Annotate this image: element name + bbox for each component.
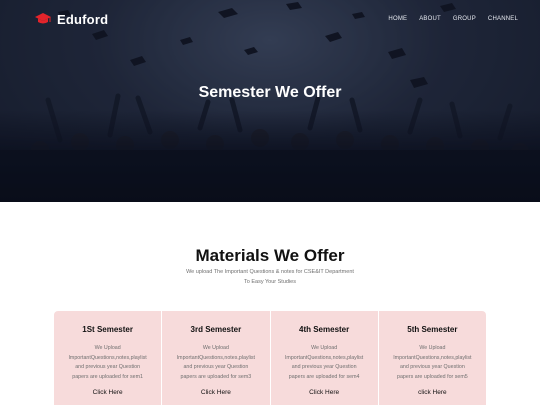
materials-section: Materials We Offer We upload The Importa… (0, 202, 540, 405)
card-desc-line: ImportantQuestions,notes,playlist (393, 354, 472, 361)
card-title: 5th Semester (407, 325, 458, 334)
semester-card-4: 4th Semester We Upload ImportantQuestion… (271, 311, 379, 405)
brand-name: Eduford (57, 11, 109, 27)
semester-card-5: 5th Semester We Upload ImportantQuestion… (379, 311, 486, 405)
card-desc-line: and previous year Question (291, 364, 357, 370)
card-description: We Upload ImportantQuestions,notes,playl… (60, 344, 156, 382)
card-desc-line: and previous year Question (183, 364, 249, 370)
card-title: 1St Semester (82, 325, 133, 334)
card-desc-line: ImportantQuestions,notes,playlist (284, 354, 364, 361)
card-description: We Upload ImportantQuestions,notes,playl… (276, 344, 372, 382)
card-desc-line: We Upload (202, 345, 229, 351)
click-here-link[interactable]: Click Here (54, 389, 161, 396)
semester-card-1: 1St Semester We Upload ImportantQuestion… (54, 311, 163, 405)
nav-home-link[interactable]: HOME (388, 16, 407, 22)
materials-subtitle: We upload The Important Questions & note… (170, 268, 370, 287)
card-desc-line: ImportantQuestions,notes,playlist (68, 354, 147, 361)
semester-cards: 1St Semester We Upload ImportantQuestion… (54, 311, 486, 405)
top-navbar: Eduford HOME ABOUT GROUP CHANNEL (0, 0, 540, 38)
card-description: We Upload ImportantQuestions,notes,playl… (384, 344, 480, 382)
card-desc-line: We Upload (94, 345, 121, 351)
card-desc-line: papers are uploaded for sem3 (180, 373, 252, 380)
card-description: We Upload ImportantQuestions,notes,playl… (168, 344, 264, 382)
brand[interactable]: Eduford (34, 12, 108, 27)
card-desc-line: papers are uploaded for sem4 (288, 373, 360, 380)
card-desc-line: and previous year Question (399, 364, 465, 370)
card-title: 4th Semester (299, 325, 350, 334)
hero-title: Semester We Offer (198, 84, 342, 101)
nav-menu: HOME ABOUT GROUP CHANNEL (388, 16, 518, 22)
click-here-link[interactable]: click Here (379, 389, 486, 396)
nav-about-link[interactable]: ABOUT (419, 16, 441, 22)
materials-title: Materials We Offer (195, 246, 345, 265)
click-here-link[interactable]: Click Here (271, 389, 378, 396)
materials-subtitle-line1: We upload The Important Questions & note… (186, 269, 354, 275)
card-desc-line: We Upload (419, 345, 446, 351)
materials-subtitle-line2: To Easy Your Studies (244, 278, 296, 285)
card-title: 3rd Semester (190, 325, 242, 334)
card-desc-line: We Upload (311, 345, 338, 351)
nav-channel-link[interactable]: CHANNEL (488, 16, 518, 22)
semester-card-3: 3rd Semester We Upload ImportantQuestion… (162, 311, 271, 405)
card-desc-line: papers are uploaded for sem1 (72, 373, 143, 380)
card-desc-line: and previous year Question (75, 364, 141, 370)
card-desc-line: ImportantQuestions,notes,playlist (176, 354, 256, 361)
nav-group-link[interactable]: GROUP (453, 16, 476, 22)
graduation-cap-icon (35, 13, 51, 24)
click-here-link[interactable]: Click Here (162, 389, 269, 396)
card-desc-line: papers are uploaded for sem5 (397, 373, 468, 380)
